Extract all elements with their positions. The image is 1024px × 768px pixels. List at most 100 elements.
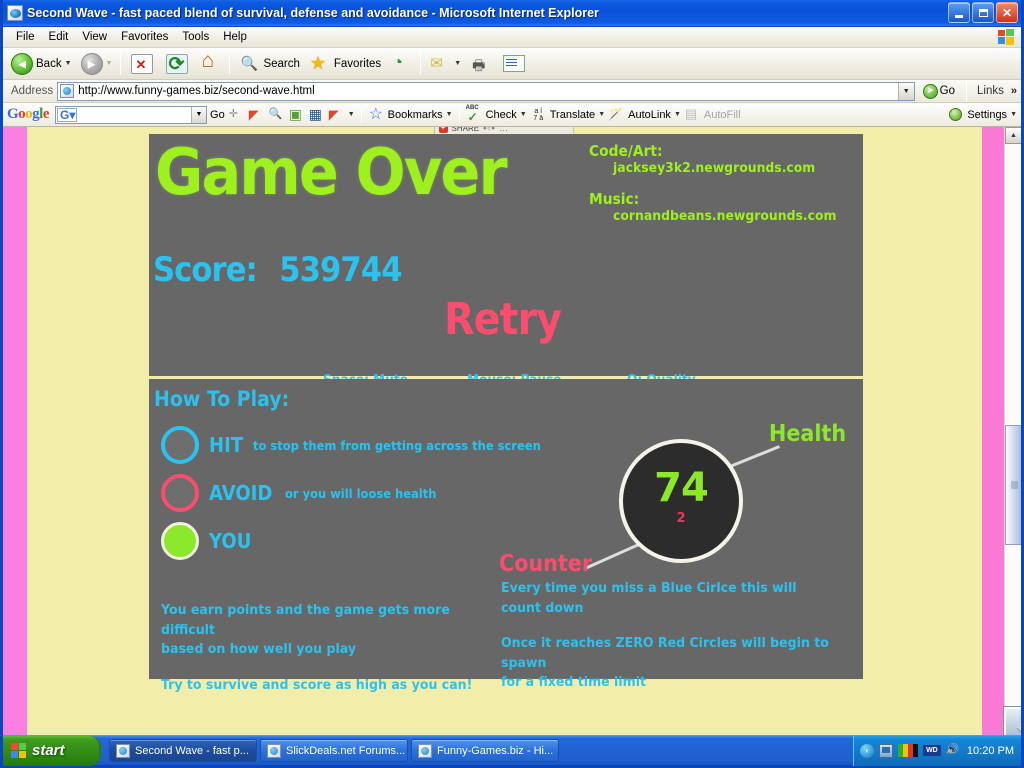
- ie-task-icon: [116, 744, 130, 758]
- back-arrow-icon: ◄: [11, 53, 33, 75]
- start-button[interactable]: start: [3, 736, 101, 766]
- hud-counter-value: 2: [619, 511, 743, 526]
- taskbar-item-label: Funny-Games.biz - Hi...: [437, 745, 553, 757]
- scrollbar-thumb[interactable]: [1005, 425, 1021, 545]
- page-left-gap: [27, 127, 35, 743]
- google-autolink-label[interactable]: AutoLink: [628, 109, 671, 121]
- google-move-icon[interactable]: [228, 106, 245, 123]
- note-zero: Once it reaches ZERO Red Circles will be…: [501, 634, 836, 693]
- google-search-dropdown-icon[interactable]: ▼: [191, 107, 206, 123]
- go-button[interactable]: Go: [919, 83, 959, 100]
- retry-button[interactable]: Retry: [444, 294, 561, 345]
- hud-counter-label: Counter: [499, 551, 592, 577]
- page-left-stripe: [3, 127, 27, 743]
- favorites-button[interactable]: Favorites: [305, 51, 385, 77]
- google-translate-label[interactable]: Translate: [550, 109, 595, 121]
- bookmarks-dropdown-icon[interactable]: ▼: [446, 111, 453, 118]
- translate-icon: a í7 ā: [530, 106, 547, 123]
- share-plus-icon: +: [439, 127, 448, 133]
- window-controls: ✕: [948, 2, 1018, 23]
- mail-dropdown-icon[interactable]: ▼: [454, 60, 461, 67]
- edit-button[interactable]: [497, 51, 531, 76]
- home-icon: [199, 53, 221, 75]
- site-search-icon[interactable]: [268, 106, 285, 123]
- minimize-button[interactable]: [948, 2, 970, 23]
- display-icon[interactable]: [879, 744, 893, 758]
- refresh-button[interactable]: [160, 51, 194, 77]
- google-bookmarks-label[interactable]: Bookmarks: [388, 109, 443, 121]
- windows-flag-icon: [998, 29, 1016, 46]
- address-url-text: http://www.funny-games.biz/second-wave.h…: [78, 85, 315, 97]
- green-circle-icon: [161, 522, 199, 560]
- mail-button[interactable]: ▼: [425, 51, 465, 77]
- search-icon: [238, 53, 260, 75]
- search-button[interactable]: Search: [234, 51, 303, 77]
- tray-expand-icon[interactable]: ‹: [860, 744, 874, 758]
- google-separator: [459, 106, 460, 123]
- score-display: Score: 539744: [153, 250, 402, 290]
- address-input[interactable]: http://www.funny-games.biz/second-wave.h…: [57, 82, 914, 101]
- google-check-label[interactable]: Check: [486, 109, 517, 121]
- system-tray: ‹ WD 10:20 PM: [853, 736, 1021, 766]
- scrollbar-track[interactable]: [1005, 144, 1021, 726]
- google-extra-dropdown-icon[interactable]: ▼: [348, 111, 355, 118]
- blocked-popups-icon[interactable]: [328, 106, 345, 123]
- page-scrollbar[interactable]: ▲ ▼ ⬇: [1004, 127, 1021, 743]
- credit-value-music: cornandbeans.newgrounds.com: [613, 208, 837, 224]
- maximize-button[interactable]: [972, 2, 994, 23]
- links-chevron-icon[interactable]: »: [1011, 85, 1017, 97]
- autofill-icon: [684, 106, 701, 123]
- google-settings-label[interactable]: Settings: [967, 109, 1007, 121]
- history-button[interactable]: [386, 51, 416, 77]
- legend-text-avoid: or you will loose health: [285, 486, 436, 501]
- home-button[interactable]: [195, 51, 225, 77]
- window-title: Second Wave - fast paced blend of surviv…: [27, 6, 599, 20]
- menu-item-view[interactable]: View: [75, 29, 114, 45]
- legend-list: HIT to stop them from getting across the…: [161, 421, 566, 565]
- ie-window-icon: [7, 5, 23, 21]
- menu-item-tools[interactable]: Tools: [175, 29, 216, 45]
- volume-icon[interactable]: [946, 744, 960, 758]
- forward-button[interactable]: ► ▼: [77, 51, 117, 77]
- links-label[interactable]: Links: [974, 85, 1007, 97]
- menu-item-help[interactable]: Help: [216, 29, 254, 45]
- translate-dropdown-icon[interactable]: ▼: [598, 111, 605, 118]
- settings-dropdown-icon[interactable]: ▼: [1010, 111, 1017, 118]
- forward-dropdown-icon: ▼: [106, 60, 113, 67]
- address-dropdown-icon[interactable]: ▼: [898, 83, 914, 100]
- web-page: + SHARE ▪▫▪ … Game Over Score: 539744 Re…: [3, 127, 1004, 743]
- settings-status-icon: [949, 108, 962, 121]
- clock[interactable]: 10:20 PM: [965, 745, 1014, 757]
- how-to-play-title: How To Play:: [154, 387, 289, 411]
- back-label: Back: [36, 58, 62, 70]
- google-search-input[interactable]: G▾ ▼: [55, 106, 207, 124]
- taskbar-item-slickdeals[interactable]: SlickDeals.net Forums...: [260, 739, 408, 762]
- pagerank-icon[interactable]: [308, 106, 325, 123]
- taskbar-item-funny-games[interactable]: Funny-Games.biz - Hi...: [411, 739, 559, 762]
- taskbar-item-label: Second Wave - fast p...: [135, 745, 249, 757]
- close-button[interactable]: ✕: [996, 2, 1018, 23]
- menu-item-file[interactable]: File: [9, 29, 42, 45]
- back-button[interactable]: ◄ Back ▼: [7, 51, 76, 77]
- color-profile-icon[interactable]: [898, 744, 918, 757]
- menu-item-edit[interactable]: Edit: [42, 29, 76, 45]
- title-bar: Second Wave - fast paced blend of surviv…: [3, 0, 1021, 27]
- notes-right: Every time you miss a Blue Cirlce this w…: [501, 579, 861, 693]
- google-autofill-label: AutoFill: [704, 109, 741, 121]
- western-digital-icon[interactable]: WD: [923, 745, 941, 756]
- page-favicon-icon: [60, 84, 74, 98]
- check-dropdown-icon[interactable]: ▼: [520, 111, 527, 118]
- autolink-dropdown-icon[interactable]: ▼: [674, 111, 681, 118]
- back-dropdown-icon[interactable]: ▼: [65, 60, 72, 67]
- google-go-label[interactable]: Go: [210, 109, 225, 121]
- stop-button[interactable]: [125, 51, 159, 77]
- gmail-icon[interactable]: [288, 106, 305, 123]
- note-counter: Every time you miss a Blue Cirlce this w…: [501, 579, 836, 618]
- minimize-icon: [955, 15, 963, 18]
- popup-blocker-icon[interactable]: [248, 106, 265, 123]
- print-button[interactable]: [466, 51, 496, 77]
- menu-item-favorites[interactable]: Favorites: [114, 29, 175, 45]
- taskbar-item-second-wave[interactable]: Second Wave - fast p...: [109, 739, 257, 762]
- windows-start-icon: [11, 743, 27, 759]
- scroll-up-button[interactable]: ▲: [1005, 127, 1021, 144]
